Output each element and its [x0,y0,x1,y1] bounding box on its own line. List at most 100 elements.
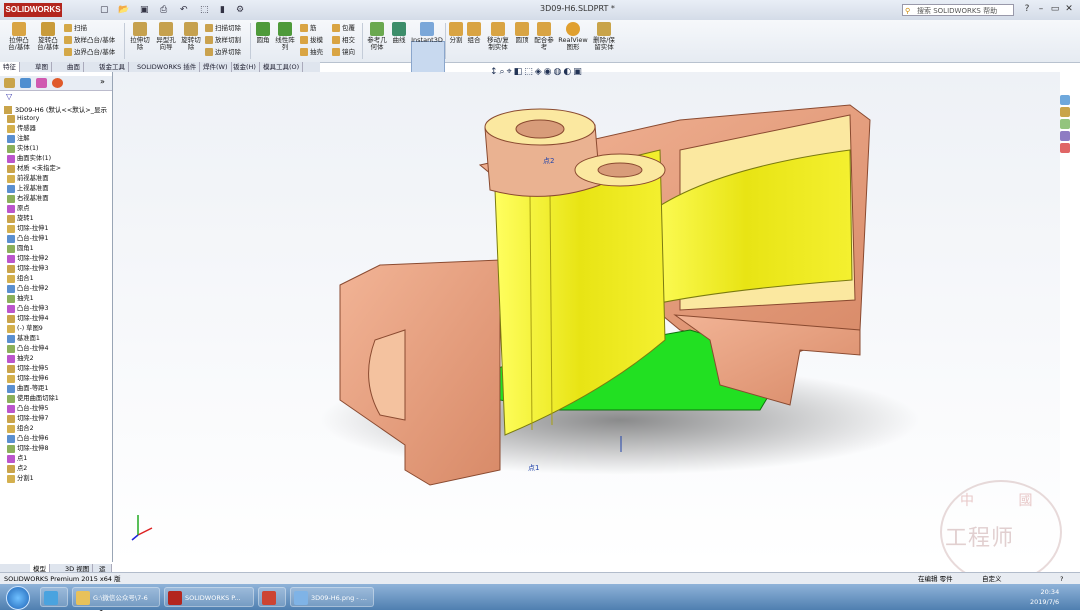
tree-item[interactable]: 凸台-拉伸4 [4,344,112,354]
tree-item[interactable]: 右视基准面 [4,194,112,204]
hole-wizard-button[interactable]: 异型孔向导 [154,22,178,51]
tree-item[interactable]: 切除-拉伸6 [4,374,112,384]
configuration-manager-icon[interactable] [36,78,47,88]
linear-pattern-button[interactable]: 线性阵列 [274,22,296,51]
close-button[interactable]: ✕ [1062,3,1076,16]
appearances-icon[interactable] [1060,143,1070,153]
clock[interactable]: 20:34 2019/7/6 [1030,587,1059,607]
tree-item[interactable]: 切除-拉伸3 [4,264,112,274]
solidworks-resources-icon[interactable] [1060,95,1070,105]
tree-item[interactable]: 分割1 [4,474,112,484]
fillet-button[interactable]: 圆角 [254,22,272,44]
taskbar-browser[interactable] [40,587,68,607]
tree-item[interactable]: 凸台-拉伸1 [4,234,112,244]
tree-item[interactable]: 圆角1 [4,244,112,254]
tree-item[interactable]: 抽壳2 [4,354,112,364]
tree-item[interactable]: 传感器 [4,124,112,134]
tree-item[interactable]: 凸台-拉伸5 [4,404,112,414]
tree-item[interactable]: 切除-拉伸7 [4,414,112,424]
taskbar-app[interactable] [258,587,286,607]
left-flange-section[interactable] [339,259,501,486]
realview-button[interactable]: RealView图形 [558,22,588,51]
view-settings-icon[interactable]: ▣ [573,67,584,77]
maximize-button[interactable]: ▭ [1048,3,1062,16]
tree-item[interactable]: 使用曲面切除1 [4,394,112,404]
tree-item[interactable]: 前视基准面 [4,174,112,184]
options-icon[interactable]: ⚙ [236,4,244,16]
tree-item[interactable]: 凸台-拉伸2 [4,284,112,294]
delete-body-button[interactable]: 删除/保留实体 [592,22,616,51]
tree-item[interactable]: 切除-拉伸4 [4,314,112,324]
tree-item[interactable]: 注解 [4,134,112,144]
undo-icon[interactable]: ↶ [180,4,188,16]
property-manager-icon[interactable] [20,78,31,88]
loft-boss-button[interactable]: 放样凸台/基体 [64,36,115,44]
tree-item[interactable]: 切除-拉伸2 [4,254,112,264]
revolve-cut-button[interactable]: 旋转切除 [180,22,202,51]
tree-item[interactable]: 切除-拉伸8 [4,444,112,454]
design-library-icon[interactable] [1060,107,1070,117]
reference-geometry-button[interactable]: 参考几何体 [366,22,388,51]
tree-item[interactable]: 实体(1) [4,144,112,154]
tree-item[interactable]: 点1 [4,454,112,464]
draft-button[interactable]: 拔模 [300,36,323,44]
taskbar-explorer[interactable]: G:\微信公众号\7-6 [72,587,160,607]
expand-icon[interactable]: » [100,77,105,86]
heads-up-toolbar[interactable]: ↕⌕⌖◧⬚◈◉◍◐▣ [490,66,584,78]
tree-item[interactable]: 点2 [4,464,112,474]
mate-reference-button[interactable]: 配合参考 [533,22,555,51]
select-icon[interactable]: ⬚ [200,4,209,16]
curves-button[interactable]: 曲线 [390,22,408,44]
tab-mold-tools[interactable]: 模具工具(O) [260,62,304,72]
wrap-button[interactable]: 包覆 [332,24,355,32]
view-orientation-icon[interactable]: ⬚ [524,67,535,77]
sweep-button[interactable]: 扫描 [64,24,87,32]
combine-button[interactable]: 组合 [466,22,482,44]
taskbar-image-viewer[interactable]: 3D09-H6.png - ... [290,587,374,607]
hide-show-icon[interactable]: ◉ [544,67,554,77]
tree-root[interactable]: 3D09-H6 (默认<<默认>_显示 [4,104,107,114]
tab-sheet-metal[interactable]: 钣金(H) [230,62,260,72]
tree-item[interactable]: 曲面实体(1) [4,154,112,164]
tree-item[interactable]: 切除-拉伸5 [4,364,112,374]
scene-icon[interactable]: ◐ [563,67,573,77]
appearance-icon[interactable] [52,78,63,88]
tree-item[interactable]: 组合2 [4,424,112,434]
extrude-boss-button[interactable]: 拉伸凸台/基体 [6,22,32,51]
previous-view-icon[interactable]: ⌖ [507,67,514,77]
feature-tree-icon[interactable] [4,78,15,88]
start-button[interactable] [6,586,30,610]
help-search-input[interactable]: ⚲ 搜索 SOLIDWORKS 帮助 [902,4,1014,16]
display-style-icon[interactable]: ◈ [535,67,544,77]
tree-item[interactable]: (-) 草图9 [4,324,112,334]
minimize-button[interactable]: – [1034,3,1048,16]
top-boss-hole[interactable] [515,119,565,139]
tree-item[interactable]: 组合1 [4,274,112,284]
help-icon[interactable]: ? [1020,3,1034,16]
tab-sheet-metal-tools[interactable]: 钣金工具 [96,62,129,72]
filter-icon[interactable]: ▽ [6,92,12,101]
revolve-boss-button[interactable]: 旋转凸台/基体 [34,22,62,51]
graphics-area[interactable]: 点2 点1 [113,72,1060,564]
tree-item[interactable]: 切除-拉伸1 [4,224,112,234]
boundary-boss-button[interactable]: 边界凸台/基体 [64,48,115,56]
tab-solidworks-addins[interactable]: SOLIDWORKS 插件 [134,62,201,72]
tree-item[interactable]: 凸台-拉伸6 [4,434,112,444]
rebuild-icon[interactable]: ▮ [220,4,225,16]
shell-button[interactable]: 抽壳 [300,48,323,56]
zoom-area-icon[interactable]: ⌕ [500,67,507,77]
section-view-icon[interactable]: ◧ [514,67,525,77]
boundary-cut-button[interactable]: 边界切除 [205,48,241,56]
rib-button[interactable]: 筋 [300,24,317,32]
intersect-button[interactable]: 相交 [332,36,355,44]
print-icon[interactable]: ⎙ [160,4,167,16]
dome-button[interactable]: 圆顶 [514,22,530,44]
tree-item[interactable]: 基准面1 [4,334,112,344]
tree-item[interactable]: 曲面-等距1 [4,384,112,394]
zoom-fit-icon[interactable]: ↕ [490,67,500,77]
file-explorer-icon[interactable] [1060,119,1070,129]
swept-cut-button[interactable]: 扫描切除 [205,24,241,32]
view-palette-icon[interactable] [1060,131,1070,141]
lofted-cut-button[interactable]: 放样切割 [205,36,241,44]
tree-item[interactable]: 上视基准面 [4,184,112,194]
